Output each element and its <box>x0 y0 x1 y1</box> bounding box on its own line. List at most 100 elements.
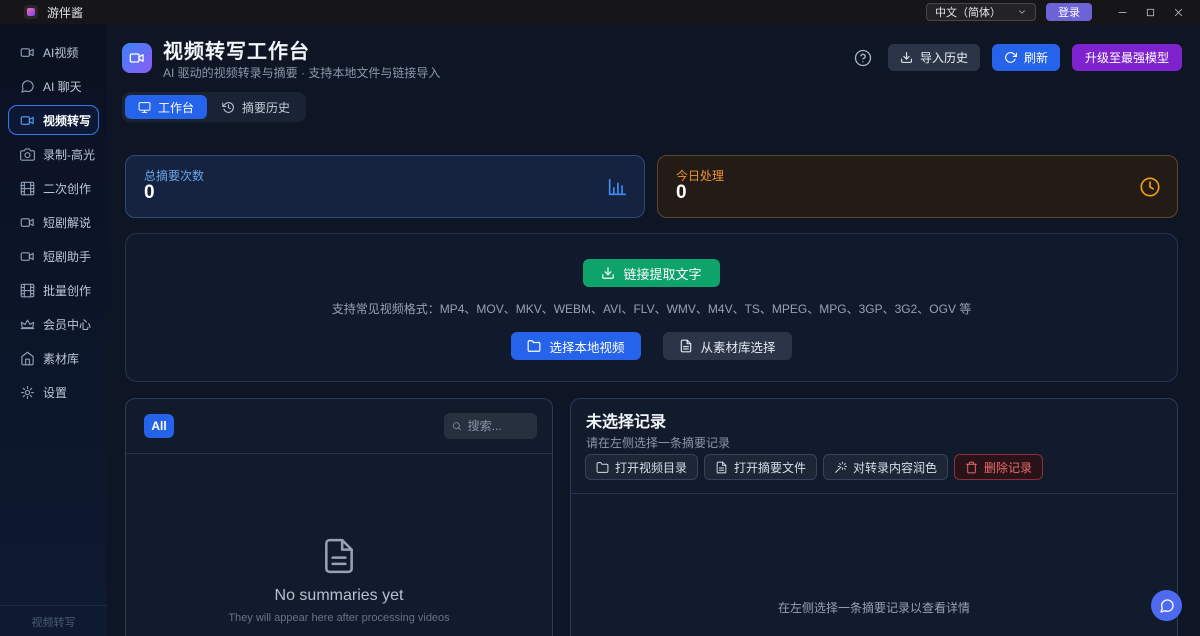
refresh-button[interactable]: 刷新 <box>992 44 1060 71</box>
search-input[interactable] <box>468 419 529 433</box>
detail-title: 未选择记录 <box>586 408 666 432</box>
stat-card-today-processed: 今日处理 0 <box>657 155 1178 218</box>
select-local-video-button[interactable]: 选择本地视频 <box>511 332 640 360</box>
sidebar-item-label: 素材库 <box>43 350 79 367</box>
stat-card-total-summaries: 总摘要次数 0 <box>125 155 645 218</box>
folder-icon <box>596 461 609 474</box>
help-icon <box>854 49 872 67</box>
summaries-header: All <box>126 399 552 454</box>
sidebar-item-label: 录制-高光 <box>43 146 95 163</box>
file-icon <box>679 339 693 353</box>
upgrade-model-button[interactable]: 升级至最强模型 <box>1072 44 1182 71</box>
sidebar-footer-label: 视频转写 <box>0 614 107 630</box>
link-extract-button[interactable]: 链接提取文字 <box>583 259 719 287</box>
stat-value: 0 <box>676 182 687 204</box>
folder-icon <box>527 339 541 353</box>
detail-placeholder-text: 在左侧选择一条摘要记录以查看详情 <box>571 599 1177 616</box>
history-icon <box>222 101 235 114</box>
chat-fab-button[interactable] <box>1151 590 1182 621</box>
file-icon <box>715 461 728 474</box>
trash-icon <box>965 461 978 474</box>
document-icon <box>320 537 358 575</box>
select-from-library-button[interactable]: 从素材库选择 <box>663 332 792 360</box>
close-button[interactable] <box>1166 3 1190 21</box>
upload-buttons: 选择本地视频 从素材库选择 <box>511 332 791 360</box>
polish-transcript-button[interactable]: 对转录内容润色 <box>823 454 948 480</box>
sidebar-item-label: 视频转写 <box>43 112 91 129</box>
cam-icon <box>20 45 35 60</box>
sidebar-item-ai-chat[interactable]: AI 聊天 <box>8 71 99 101</box>
tab-summary-history[interactable]: 摘要历史 <box>209 95 303 119</box>
sidebar-item-label: 会员中心 <box>43 316 91 333</box>
sidebar-item-settings[interactable]: 设置 <box>8 377 99 407</box>
action-label: 删除记录 <box>984 459 1032 476</box>
bar-chart-icon <box>606 176 628 198</box>
cam-icon <box>20 215 35 230</box>
search-icon <box>452 420 462 432</box>
sidebar-nav: AI视频 AI 聊天视频转写录制-高光二次创作短剧解说短剧助手批量创作会员中心素材… <box>0 24 107 407</box>
tab-workbench[interactable]: 工作台 <box>125 95 207 119</box>
film-icon <box>20 283 35 298</box>
page-title: 视频转写工作台 <box>163 35 310 64</box>
minimize-button[interactable] <box>1110 3 1134 21</box>
refresh-label: 刷新 <box>1024 49 1048 66</box>
sidebar-item-ai-video[interactable]: AI视频 <box>8 37 99 67</box>
search-box[interactable] <box>444 413 537 439</box>
maximize-button[interactable] <box>1138 3 1162 21</box>
action-label: 打开摘要文件 <box>734 459 806 476</box>
open-video-dir-button[interactable]: 打开视频目录 <box>585 454 698 480</box>
sidebar-item-drama-explain[interactable]: 短剧解说 <box>8 207 99 237</box>
empty-state-subtitle: They will appear here after processing v… <box>228 612 449 624</box>
gear-icon <box>20 385 35 400</box>
delete-record-button[interactable]: 删除记录 <box>954 454 1043 480</box>
download-icon <box>900 51 913 64</box>
record-detail-panel: 未选择记录 请在左侧选择一条摘要记录 打开视频目录 打开摘要文件 对转录内容润色 删除… <box>570 398 1178 636</box>
summaries-panel: All No summaries yet They will appear he… <box>125 398 553 636</box>
sidebar-footer: 视频转写 <box>0 605 107 630</box>
filter-all-button[interactable]: All <box>144 414 174 438</box>
tab-history-label: 摘要历史 <box>242 99 290 116</box>
sidebar-item-record-highlight[interactable]: 录制-高光 <box>8 139 99 169</box>
clock-icon <box>1139 176 1161 198</box>
chevron-down-icon <box>1017 7 1027 17</box>
select-local-video-label: 选择本地视频 <box>549 337 624 356</box>
tab-workbench-label: 工作台 <box>158 99 194 116</box>
sidebar-item-video-transcribe[interactable]: 视频转写 <box>8 105 99 135</box>
app-logo-icon <box>24 5 38 19</box>
detail-subtitle: 请在左侧选择一条摘要记录 <box>586 434 730 451</box>
sidebar-item-drama-assistant[interactable]: 短剧助手 <box>8 241 99 271</box>
supported-formats-text: 支持常见视频格式：MP4、MOV、MKV、WEBM、AVI、FLV、WMV、M4… <box>332 300 972 317</box>
video-camera-icon <box>129 50 145 66</box>
open-summary-file-button[interactable]: 打开摘要文件 <box>704 454 817 480</box>
action-label: 打开视频目录 <box>615 459 687 476</box>
import-history-button[interactable]: 导入历史 <box>888 44 980 71</box>
language-select[interactable]: 中文（简体） <box>926 3 1036 21</box>
sidebar-item-re-creation[interactable]: 二次创作 <box>8 173 99 203</box>
sidebar-footer-divider <box>0 605 107 606</box>
empty-state-title: No summaries yet <box>275 587 404 605</box>
home-icon <box>20 351 35 366</box>
sidebar-item-batch-creation[interactable]: 批量创作 <box>8 275 99 305</box>
help-button[interactable] <box>854 49 872 67</box>
empty-state: No summaries yet They will appear here a… <box>126 537 552 624</box>
import-history-label: 导入历史 <box>920 49 968 66</box>
sidebar-item-membership[interactable]: 会员中心 <box>8 309 99 339</box>
login-button[interactable]: 登录 <box>1046 3 1092 21</box>
stat-value: 0 <box>144 182 155 204</box>
monitor-icon <box>138 101 151 114</box>
sidebar-item-library[interactable]: 素材库 <box>8 343 99 373</box>
camera-icon <box>20 147 35 162</box>
action-label: 对转录内容润色 <box>853 459 937 476</box>
window-controls <box>1110 3 1190 21</box>
select-from-library-label: 从素材库选择 <box>701 337 776 356</box>
sidebar-item-label: 设置 <box>43 384 67 401</box>
sidebar-item-label: AI 聊天 <box>43 78 82 95</box>
app-title: 游伴酱 <box>47 4 83 21</box>
language-select-value: 中文（简体） <box>935 4 1001 20</box>
download-icon <box>601 266 615 280</box>
header-actions: 导入历史 刷新 升级至最强模型 <box>854 44 1182 71</box>
detail-actions: 打开视频目录 打开摘要文件 对转录内容润色 删除记录 <box>585 454 1043 480</box>
tab-bar: 工作台 摘要历史 <box>122 92 306 122</box>
link-extract-label: 链接提取文字 <box>623 264 701 283</box>
upload-panel: 链接提取文字 支持常见视频格式：MP4、MOV、MKV、WEBM、AVI、FLV… <box>125 233 1178 382</box>
